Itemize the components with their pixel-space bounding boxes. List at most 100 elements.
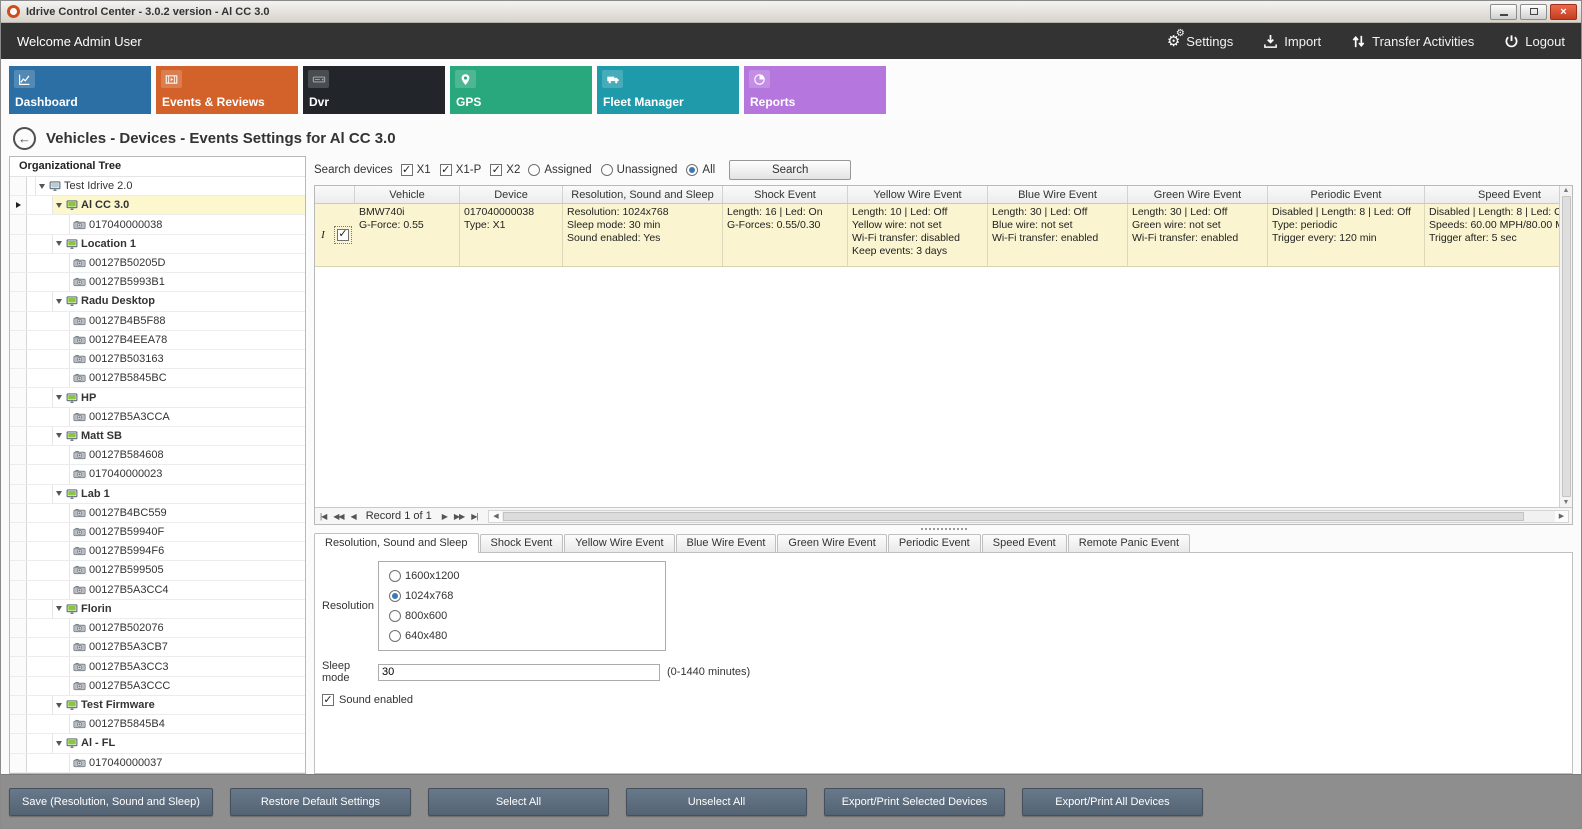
tree-node[interactable]: 017040000037 — [10, 754, 305, 773]
grid-column-header[interactable]: Blue Wire Event — [988, 186, 1128, 203]
tree-node[interactable]: 00127B5845B4 — [10, 715, 305, 734]
tree-node[interactable]: HP — [10, 388, 305, 407]
vertical-scrollbar[interactable]: ▲ ▼ — [1559, 186, 1572, 507]
grid-column-header[interactable]: Green Wire Event — [1128, 186, 1268, 203]
tab-green-wire-event[interactable]: Green Wire Event — [777, 534, 886, 552]
grid-column-header[interactable]: Yellow Wire Event — [848, 186, 988, 203]
footer-button-select-all[interactable]: Select All — [428, 788, 609, 816]
nav-tile-gps[interactable]: GPS — [450, 66, 592, 114]
expander-icon[interactable] — [56, 606, 62, 611]
resolution-option[interactable]: 640x480 — [389, 630, 665, 642]
tree-node[interactable]: 00127B5A3CC3 — [10, 657, 305, 676]
tree-node[interactable]: Matt SB — [10, 427, 305, 446]
filter-radio-all[interactable]: All — [686, 164, 715, 176]
row-checkbox[interactable]: ✓ — [331, 204, 355, 266]
scroll-left-icon[interactable]: ◀ — [489, 512, 502, 520]
tree-node[interactable]: Radu Desktop — [10, 292, 305, 311]
tree-node[interactable]: Al - FL — [10, 734, 305, 753]
tab-blue-wire-event[interactable]: Blue Wire Event — [676, 534, 777, 552]
nav-tile-dashboard[interactable]: Dashboard — [9, 66, 151, 114]
tree-node[interactable]: Location 1 — [10, 235, 305, 254]
tree-node[interactable]: 00127B5A3CCC — [10, 677, 305, 696]
last-record-button[interactable]: ▶| — [469, 512, 479, 521]
tree-node[interactable]: 00127B584608 — [10, 446, 305, 465]
resolution-option[interactable]: 1024x768 — [389, 590, 665, 602]
tree-node[interactable]: 00127B4BC559 — [10, 504, 305, 523]
expander-icon[interactable] — [56, 741, 62, 746]
search-button[interactable]: Search — [729, 160, 851, 180]
tree-node[interactable]: 00127B5994F6 — [10, 542, 305, 561]
tree-node[interactable]: 00127B50205D — [10, 254, 305, 273]
tab-resolution-sound-sleep[interactable]: Resolution, Sound and Sleep — [314, 533, 479, 553]
first-record-button[interactable]: |◀ — [318, 512, 328, 521]
tree-node[interactable]: 00127B4EEA78 — [10, 331, 305, 350]
expander-icon[interactable] — [56, 433, 62, 438]
expander-icon[interactable] — [56, 703, 62, 708]
tree-node[interactable]: Al CC 3.0 — [10, 196, 305, 215]
nav-tile-events-reviews[interactable]: Events & Reviews — [156, 66, 298, 114]
titlebar[interactable]: Idrive Control Center - 3.0.2 version - … — [1, 1, 1581, 23]
nav-tile-dvr[interactable]: Dvr — [303, 66, 445, 114]
grid-column-header[interactable]: Vehicle — [355, 186, 460, 203]
filter-checkbox-x1-p[interactable]: ✓ X1-P — [440, 164, 482, 176]
topbar-action-transfer-activities[interactable]: ⚙⚙ Transfer Activities — [1351, 34, 1474, 49]
horizontal-scrollbar[interactable]: ◀ ▶ — [488, 510, 1569, 523]
filter-radio-unassigned[interactable]: Unassigned — [601, 164, 678, 176]
tree-node[interactable]: 00127B5A3CB7 — [10, 638, 305, 657]
splitter[interactable] — [314, 525, 1573, 532]
resolution-option[interactable]: 1600x1200 — [389, 570, 665, 582]
close-button[interactable]: × — [1550, 4, 1577, 20]
tab-speed-event[interactable]: Speed Event — [982, 534, 1067, 552]
tree-node[interactable]: 00127B502076 — [10, 619, 305, 638]
filter-checkbox-x2[interactable]: ✓ X2 — [490, 164, 520, 176]
grid-column-header[interactable]: Device — [460, 186, 563, 203]
minimize-button[interactable] — [1490, 4, 1517, 20]
expander-icon[interactable] — [39, 184, 45, 189]
expander-icon[interactable] — [56, 299, 62, 304]
tree-node[interactable]: 00127B5993B1 — [10, 273, 305, 292]
topbar-action-import[interactable]: ⚙⚙ Import — [1263, 34, 1321, 49]
expander-icon[interactable] — [56, 395, 62, 400]
tree-node[interactable]: 00127B5A3CCA — [10, 408, 305, 427]
filter-radio-assigned[interactable]: Assigned — [528, 164, 591, 176]
nav-tile-fleet-manager[interactable]: Fleet Manager — [597, 66, 739, 114]
topbar-action-settings[interactable]: ⚙⚙ Settings — [1167, 34, 1233, 49]
tree-node[interactable]: 00127B599505 — [10, 561, 305, 580]
tree-node[interactable]: 017040000023 — [10, 465, 305, 484]
tree-node[interactable]: 00127B59940F — [10, 523, 305, 542]
grid-column-header[interactable]: Periodic Event — [1268, 186, 1425, 203]
expander-icon[interactable] — [56, 491, 62, 496]
tab-yellow-wire-event[interactable]: Yellow Wire Event — [564, 534, 674, 552]
tree-node[interactable]: 017040000038 — [10, 215, 305, 234]
tree-node[interactable]: Florin — [10, 600, 305, 619]
tree-node[interactable]: 00127B503163 — [10, 350, 305, 369]
tree-node[interactable]: Test Idrive 2.0 — [10, 177, 305, 196]
tree-node[interactable]: Test Firmware — [10, 696, 305, 715]
grid-column-header[interactable]: Shock Event — [723, 186, 848, 203]
tab-remote-panic-event[interactable]: Remote Panic Event — [1068, 534, 1190, 552]
next-record-button[interactable]: ▶ — [440, 512, 449, 521]
grid-column-header[interactable]: Resolution, Sound and Sleep — [563, 186, 723, 203]
horizontal-scroll-thumb[interactable] — [503, 512, 1524, 521]
vertical-scroll-thumb[interactable] — [1562, 196, 1571, 497]
tree-node[interactable]: 00127B4B5F88 — [10, 312, 305, 331]
tree-node[interactable]: 00127B5845BC — [10, 369, 305, 388]
footer-button-unselect-all[interactable]: Unselect All — [626, 788, 807, 816]
filter-checkbox-x1[interactable]: ✓ X1 — [401, 164, 431, 176]
back-button[interactable]: ← — [13, 127, 36, 150]
scroll-down-icon[interactable]: ▼ — [1563, 499, 1570, 506]
maximize-button[interactable] — [1520, 4, 1547, 20]
footer-button-export-print-selected-devices[interactable]: Export/Print Selected Devices — [824, 788, 1005, 816]
prev-record-button[interactable]: ◀ — [349, 512, 358, 521]
topbar-action-logout[interactable]: ⚙⚙ Logout — [1504, 34, 1565, 49]
expander-icon[interactable] — [56, 241, 62, 246]
expander-icon[interactable] — [56, 203, 62, 208]
next-page-button[interactable]: ▶▶ — [452, 512, 466, 521]
prev-page-button[interactable]: ◀◀ — [331, 512, 345, 521]
footer-button-restore-default-settings[interactable]: Restore Default Settings — [230, 788, 411, 816]
tab-periodic-event[interactable]: Periodic Event — [888, 534, 981, 552]
device-row[interactable]: I ✓ BMW740i G-Force: 0.55 017040000038 T… — [315, 204, 1559, 267]
grid-column-header[interactable]: Speed Event — [1425, 186, 1559, 203]
resolution-option[interactable]: 800x600 — [389, 610, 665, 622]
footer-button-export-print-all-devices[interactable]: Export/Print All Devices — [1022, 788, 1203, 816]
